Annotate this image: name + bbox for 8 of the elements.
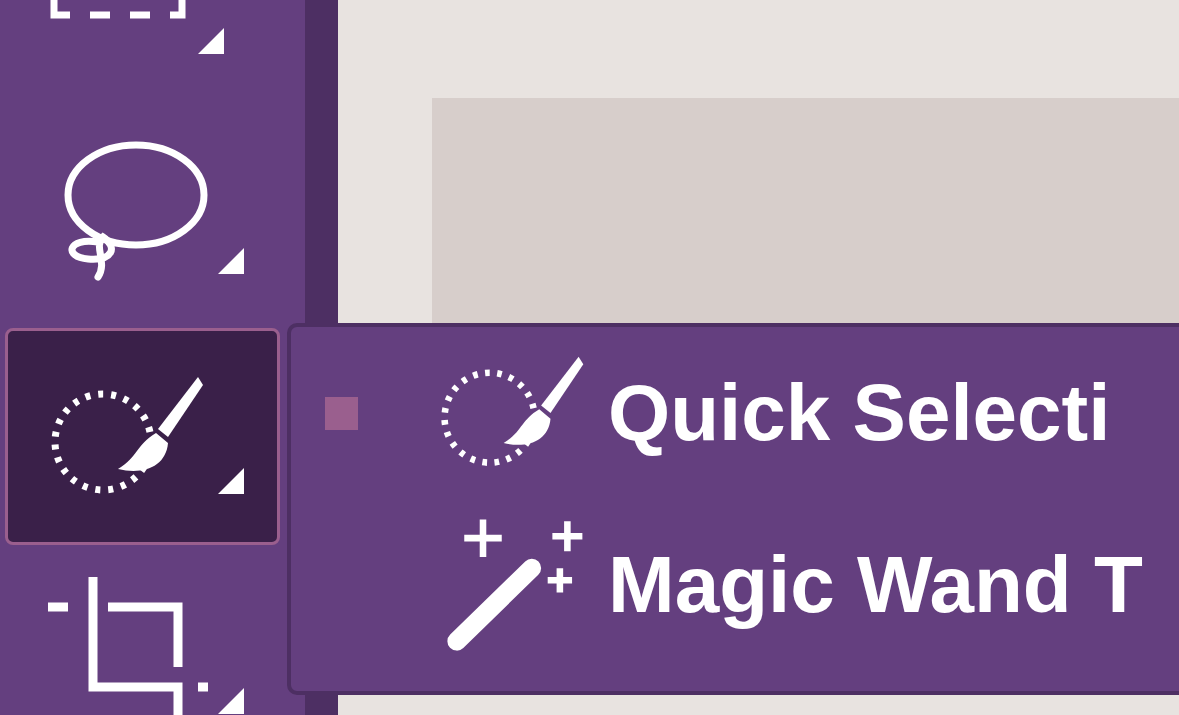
quick-selection-tool-button[interactable]	[5, 328, 280, 545]
crop-icon	[48, 576, 208, 715]
corner-triangle-icon	[218, 468, 244, 494]
corner-triangle-icon	[198, 28, 224, 54]
corner-triangle-icon	[218, 688, 244, 714]
corner-triangle-icon	[218, 248, 244, 274]
menu-item[interactable]: Magic Wand T	[608, 539, 1143, 631]
menu-item[interactable]: Quick Selecti	[608, 367, 1111, 459]
